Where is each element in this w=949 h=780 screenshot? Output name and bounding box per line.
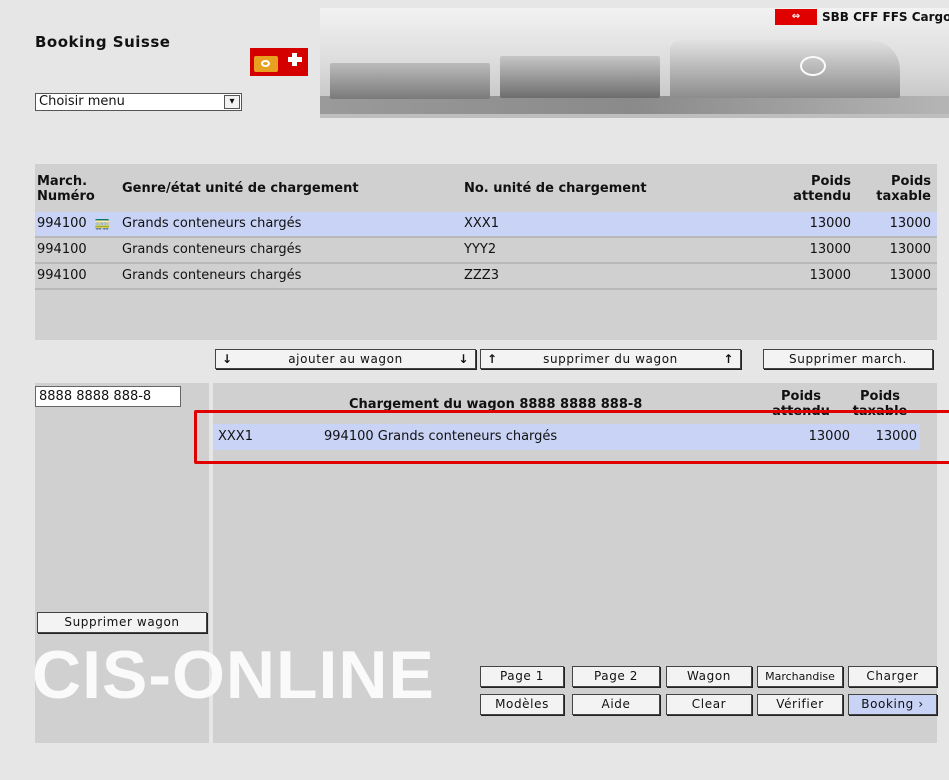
sbb-logo-text: SBB CFF FFS Cargo bbox=[822, 10, 949, 24]
swiss-booking-logo bbox=[250, 48, 308, 76]
booking-button[interactable]: Booking › bbox=[848, 694, 937, 715]
attendu-cell: 13000 bbox=[809, 242, 851, 257]
unite-cell: YYY2 bbox=[464, 242, 497, 257]
unite-cell: XXX1 bbox=[464, 216, 499, 231]
delete-wagon-button[interactable]: Supprimer wagon bbox=[37, 612, 207, 633]
page-1-button[interactable]: Page 1 bbox=[480, 666, 564, 687]
table-row[interactable]: 994100 🚃 Grands conteneurs chargés XXX1 … bbox=[35, 212, 937, 236]
chevron-down-icon[interactable]: ▾ bbox=[224, 95, 240, 109]
taxable-cell: 13000 bbox=[889, 268, 931, 283]
arrow-up-icon: ↑ bbox=[487, 352, 498, 366]
app-title: Booking Suisse bbox=[35, 33, 171, 51]
wagon-icon: 🚃 bbox=[94, 216, 111, 231]
col-header-march: March. Numéro bbox=[37, 174, 95, 204]
table-row[interactable]: 994100 Grands conteneurs chargés YYY2 13… bbox=[35, 238, 937, 262]
goods-table: March. Numéro Genre/état unité de charge… bbox=[35, 164, 937, 340]
attendu-cell: 13000 bbox=[809, 216, 851, 231]
cis-online-logo: CIS-ONLINE bbox=[32, 637, 435, 713]
remove-from-wagon-label: supprimer du wagon bbox=[543, 352, 678, 366]
clear-button[interactable]: Clear bbox=[666, 694, 752, 715]
genre-cell: Grands conteneurs chargés bbox=[122, 216, 302, 231]
wagon-button[interactable]: Wagon bbox=[666, 666, 752, 687]
remove-from-wagon-button[interactable]: ↑ supprimer du wagon ↑ bbox=[480, 349, 741, 369]
taxable-cell: 13000 bbox=[889, 216, 931, 231]
march-cell: 994100 bbox=[37, 268, 87, 283]
attendu-cell: 13000 bbox=[809, 268, 851, 283]
arrow-down-icon: ↓ bbox=[222, 352, 233, 366]
charger-button[interactable]: Charger bbox=[848, 666, 937, 687]
table-row[interactable]: 994100 Grands conteneurs chargés ZZZ3 13… bbox=[35, 264, 937, 288]
add-to-wagon-button[interactable]: ↓ ajouter au wagon ↓ bbox=[215, 349, 476, 369]
modeles-button[interactable]: Modèles bbox=[480, 694, 564, 715]
col-header-poids-taxable: Poids taxable bbox=[876, 174, 931, 204]
arrow-down-icon: ↓ bbox=[458, 352, 469, 366]
page-2-button[interactable]: Page 2 bbox=[572, 666, 660, 687]
col-header-genre: Genre/état unité de chargement bbox=[122, 181, 359, 196]
marchandise-button[interactable]: Marchandise bbox=[757, 666, 843, 687]
col-header-unite: No. unité de chargement bbox=[464, 181, 647, 196]
add-to-wagon-label: ajouter au wagon bbox=[288, 352, 403, 366]
aide-button[interactable]: Aide bbox=[572, 694, 660, 715]
genre-cell: Grands conteneurs chargés bbox=[122, 242, 302, 257]
march-cell: 994100 bbox=[37, 242, 87, 257]
wagon-number-field[interactable]: 8888 8888 888-8 bbox=[35, 386, 181, 407]
genre-cell: Grands conteneurs chargés bbox=[122, 268, 302, 283]
logo-emblem-icon bbox=[254, 56, 278, 72]
col-header-poids-attendu: Poids attendu bbox=[793, 174, 851, 204]
taxable-cell: 13000 bbox=[889, 242, 931, 257]
delete-goods-button[interactable]: Supprimer march. bbox=[763, 349, 933, 369]
menu-select[interactable]: Choisir menu ▾ bbox=[35, 93, 242, 111]
unite-cell: ZZZ3 bbox=[464, 268, 499, 283]
march-cell: 994100 bbox=[37, 216, 87, 231]
sbb-cargo-logo: ⇔ SBB CFF FFS Cargo bbox=[775, 9, 949, 25]
verifier-button[interactable]: Vérifier bbox=[757, 694, 843, 715]
highlight-annotation bbox=[194, 410, 949, 464]
arrow-up-icon: ↑ bbox=[723, 352, 734, 366]
menu-select-value: Choisir menu bbox=[39, 94, 125, 109]
sbb-logo-icon: ⇔ bbox=[775, 9, 817, 25]
